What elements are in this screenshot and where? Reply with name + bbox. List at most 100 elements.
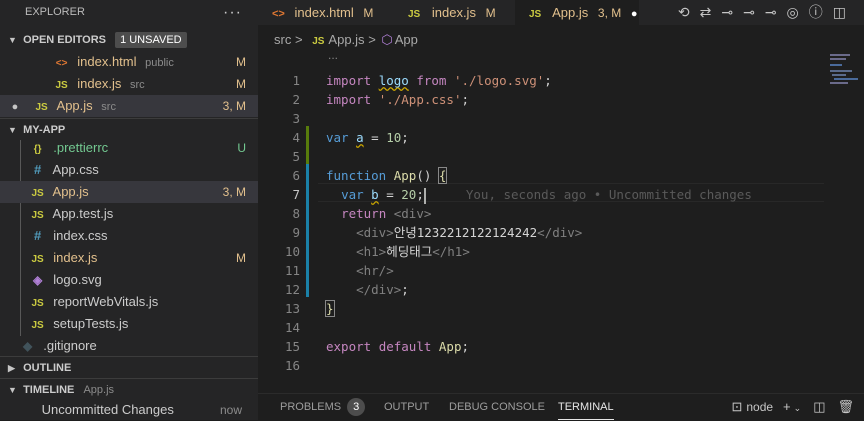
git-commit-icon[interactable]: ⊸ [721,4,743,20]
code-line: var b = 20; You, seconds ago • Uncommitte… [341,187,752,204]
open-editor-name: index.html [77,54,137,69]
git-status: U [237,141,246,155]
git-blame-annotation: You, seconds ago • Uncommitted changes [465,187,752,202]
file-item[interactable]: # index.css [0,225,258,247]
open-editors-section[interactable]: ▼ OPEN EDITORS 1 UNSAVED [0,29,258,51]
file-name: App.test.js [52,206,114,221]
tab-terminal[interactable]: TERMINAL [558,394,614,420]
line-number: 9 [292,225,300,240]
add-terminal-icon[interactable]: + [783,399,791,414]
chevron-down-icon[interactable]: ⌄ [794,403,802,413]
terminal-actions: ⊡ node + ⌄ ◫ 🗑 [731,394,854,420]
project-title: MY-APP [23,124,66,136]
tab-label: index.html [294,5,354,20]
terminal-name[interactable]: node [746,400,773,414]
tab-problems[interactable]: PROBLEMS 3 [280,394,366,420]
open-editor-item[interactable]: JS index.js src M [0,73,258,95]
tab-label: index.js [431,5,476,20]
timeline-title: TIMELINE [23,384,75,396]
explorer-header: EXPLORER ··· [0,0,258,25]
line-number: 7 [292,187,300,202]
line-number: 3 [292,111,300,126]
tab-index-js[interactable]: JS index.js M [394,0,512,25]
chevron-right-icon: > [294,32,303,47]
html-file-icon: <> [272,8,285,20]
timeline-section[interactable]: ▼ TIMELINE App.js [0,378,258,400]
tab-app-js[interactable]: JS App.js 3, M ● [515,0,639,25]
file-name: App.css [52,162,99,177]
code-line: export default App; [326,339,470,354]
line-number: 14 [284,320,300,335]
js-file-icon: JS [55,80,68,91]
file-item[interactable]: JS App.test.js [0,203,258,225]
file-item[interactable]: ◈ logo.svg [0,269,258,291]
open-changes-icon[interactable]: ◎ [787,4,809,20]
file-item[interactable]: ◆ .gitignore [0,335,258,357]
next-change-icon[interactable]: ⊸ [765,4,787,20]
js-file-icon: JS [312,36,325,47]
unsaved-dot-icon[interactable]: ● [0,96,30,118]
breadcrumb-folder[interactable]: src [274,32,291,47]
modified-lines-gutter [306,164,309,297]
file-item[interactable]: # App.css [0,159,258,181]
tab-label: App.js [552,5,589,20]
file-item[interactable]: JS setupTests.js [0,313,258,335]
split-terminal-icon[interactable]: ◫ [813,399,825,414]
git-file-icon: ◆ [23,339,33,353]
history-icon[interactable]: ⟲ [678,4,700,20]
file-item[interactable]: JS App.js 3, M [0,181,258,203]
tab-index-html[interactable]: <> index.html M [258,0,386,25]
timeline-entry-time: now [219,403,242,417]
tab-debug-console[interactable]: DEBUG CONSOLE [449,394,545,420]
line-number: 16 [284,358,300,373]
file-name: .gitignore [43,338,97,353]
editor-actions: ⟲⇄⊸⊸⊸◎ⓘ◫ [678,0,856,25]
open-editor-item[interactable]: <> index.html public M [0,51,258,73]
js-file-icon: JS [31,188,44,199]
file-item[interactable]: JS reportWebVitals.js [0,291,258,313]
code-editor[interactable]: 1 2 3 4 5 6 7 8 9 10 11 12 13 14 15 16 i… [258,69,864,379]
open-editor-name: App.js [56,98,93,113]
tab-output[interactable]: OUTPUT [384,394,429,420]
js-file-icon: JS [31,320,44,331]
outline-section[interactable]: ▶ OUTLINE [0,356,258,378]
split-editor-icon[interactable]: ◫ [833,4,856,20]
more-actions-icon[interactable]: ··· [223,0,242,25]
trash-icon[interactable]: 🗑 [837,399,854,414]
js-file-icon: JS [31,210,44,221]
breadcrumb-symbol[interactable]: App [395,32,418,47]
line-number: 15 [284,339,300,354]
file-name: .prettierrc [53,140,109,155]
line-number: 2 [292,92,300,107]
file-item[interactable]: JS index.js M [0,247,258,269]
chevron-right-icon: > [368,32,376,47]
previous-change-icon[interactable]: ⊸ [743,4,765,20]
compare-changes-icon[interactable]: ⇄ [700,4,722,20]
unsaved-dot-icon[interactable]: ● [631,8,638,20]
explorer-title: EXPLORER [25,6,85,18]
js-file-icon: JS [31,298,44,309]
file-name: logo.svg [53,272,102,287]
git-status: M [236,55,246,69]
line-number: 13 [284,301,300,316]
explorer-sidebar: EXPLORER ··· ▼ OPEN EDITORS 1 UNSAVED <>… [0,0,258,420]
chevron-down-icon: ▼ [8,385,17,395]
file-name: reportWebVitals.js [53,294,159,309]
breadcrumb-file[interactable]: App.js [328,32,364,47]
open-editor-item[interactable]: ● JS App.js src 3, M [0,95,258,117]
js-file-icon: JS [529,9,542,20]
git-status: M [485,6,496,20]
code-line: <h1>헤딩태그</h1> [356,244,470,259]
added-lines-gutter [306,126,309,164]
text-cursor [423,187,426,204]
timeline-entry[interactable]: Uncommitted Changes now [0,399,258,421]
open-editor-name: index.js [77,76,122,91]
file-item[interactable]: {} .prettierrc U [0,137,258,159]
code-line: function App() { [326,167,448,184]
info-icon[interactable]: ⓘ [809,4,833,20]
code-line: <hr/> [356,263,394,278]
timeline-entry-label: Uncommitted Changes [41,402,174,417]
chevron-down-icon: ▼ [8,35,17,45]
git-status: M [236,77,246,91]
problems-count-badge: 3 [347,398,366,416]
